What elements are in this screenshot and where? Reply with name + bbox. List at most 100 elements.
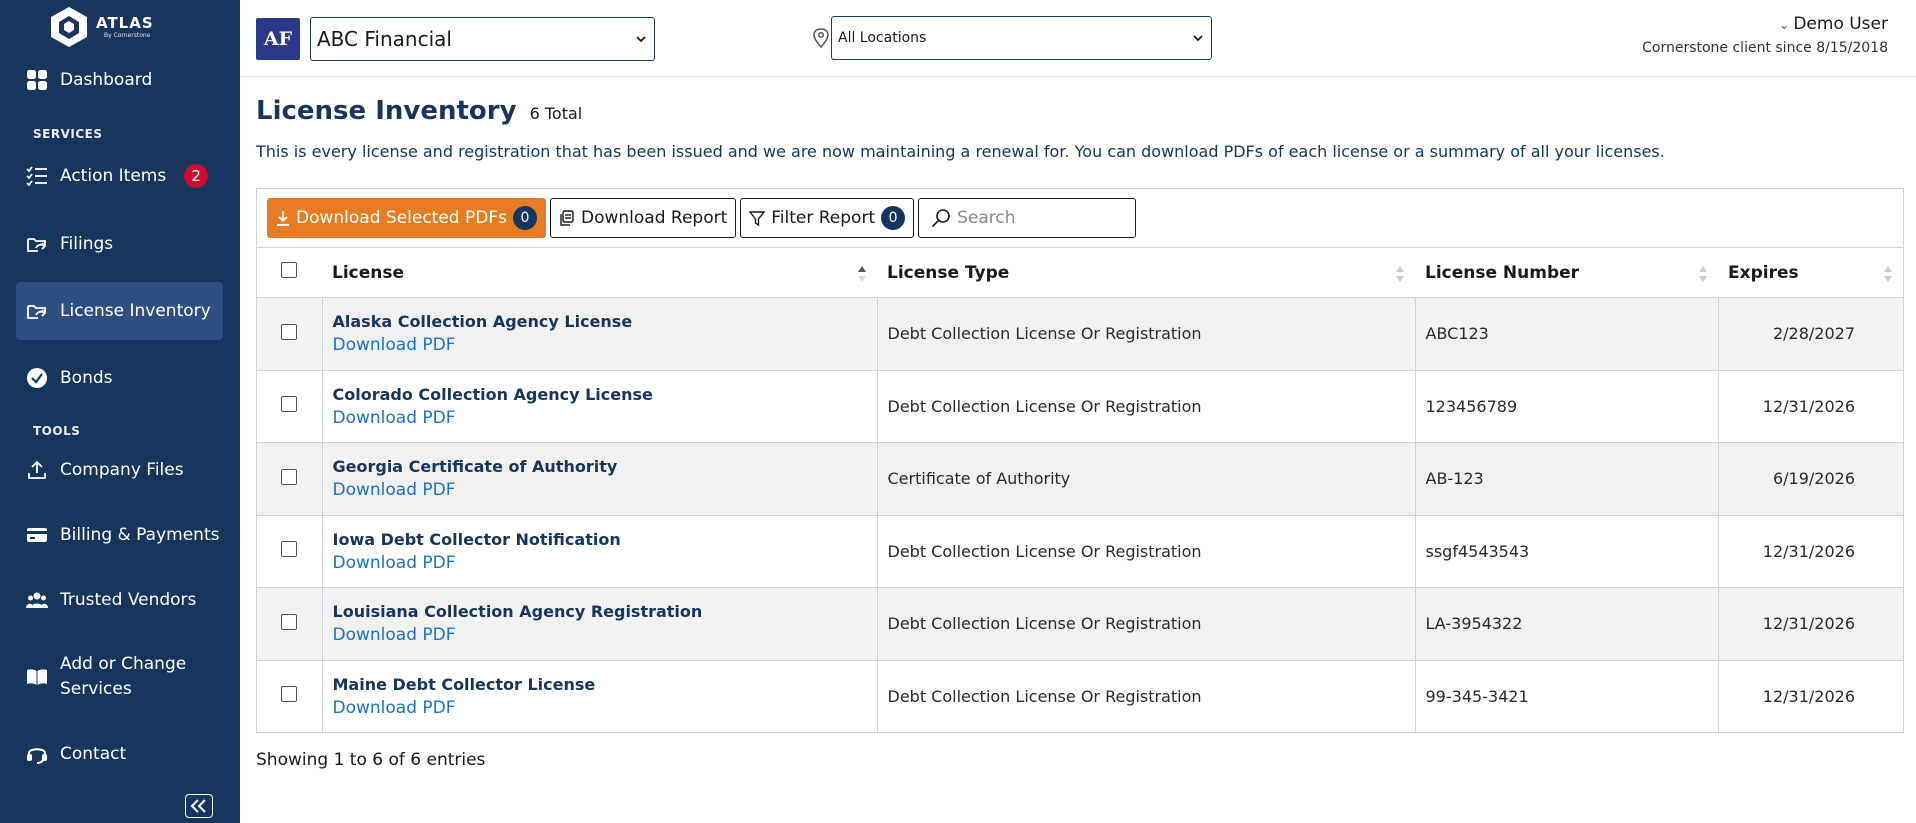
sort-icon	[1396, 266, 1404, 282]
brand-title: ATLAS	[96, 13, 154, 32]
folder-arrow-icon	[27, 305, 47, 319]
download-report-button[interactable]: Download Report	[549, 198, 737, 238]
row-select-cell	[257, 515, 323, 588]
chevron-down-icon: ⌄	[1779, 18, 1790, 32]
folder-arrow-icon	[27, 238, 47, 252]
sidebar-item-license-inventory[interactable]: License Inventory	[16, 282, 223, 340]
row-select-cell	[257, 297, 323, 371]
row-checkbox[interactable]	[281, 396, 297, 413]
action-items-count-badge: 2	[184, 164, 209, 188]
sidebar-item-label: Contact	[60, 744, 127, 764]
headset-icon	[27, 748, 47, 764]
sidebar-item-filings[interactable]: Filings	[16, 232, 223, 256]
license-name: Georgia Certificate of Authority	[332, 457, 618, 477]
double-chevron-left-icon	[190, 799, 206, 813]
license-type-cell: Debt Collection License Or Registration	[877, 297, 1416, 371]
sidebar-item-action-items[interactable]: Action Items 2	[16, 164, 223, 188]
column-header-license-type[interactable]: License Type	[877, 247, 1415, 298]
select-all-checkbox[interactable]	[281, 262, 297, 278]
column-header-license-number[interactable]: License Number	[1415, 247, 1718, 298]
expires-cell: 12/31/2026	[1718, 660, 1903, 733]
user-menu-toggle[interactable]: ⌄ Demo User	[1642, 14, 1888, 34]
license-cell: Maine Debt Collector License Download PDF	[322, 660, 878, 733]
download-report-label: Download Report	[580, 208, 728, 228]
brand-subtitle: By Cornerstone	[104, 31, 151, 39]
column-header-license[interactable]: License	[322, 247, 877, 298]
table-row: Georgia Certificate of Authority Download…	[257, 442, 1903, 516]
row-select-cell	[257, 587, 323, 661]
sidebar-item-dashboard[interactable]: Dashboard	[16, 68, 223, 92]
sidebar-item-label: Dashboard	[60, 70, 153, 90]
table-header-row: License License Type License Number Expi…	[257, 247, 1903, 298]
column-header-expires[interactable]: Expires	[1718, 247, 1903, 298]
top-bar: AF ABC Financial All Locations ⌄ Demo Use…	[240, 0, 1916, 77]
page-description: This is every license and registration t…	[256, 142, 1665, 161]
download-selected-pdfs-button[interactable]: Download Selected PDFs 0	[267, 198, 546, 238]
column-label: Expires	[1728, 262, 1799, 283]
atlas-logo[interactable]: ATLAS By Cornerstone	[46, 4, 154, 50]
expires-cell: 6/19/2026	[1718, 442, 1903, 516]
search-icon	[932, 209, 950, 228]
sidebar-item-add-change-services[interactable]: Add or Change Services	[16, 652, 223, 702]
license-table-container: Download Selected PDFs 0 Download Report…	[256, 188, 1904, 733]
sidebar-item-company-files[interactable]: Company Files	[16, 458, 223, 482]
row-select-cell	[257, 370, 323, 443]
sidebar-item-trusted-vendors[interactable]: Trusted Vendors	[16, 588, 223, 612]
row-checkbox[interactable]	[281, 541, 297, 558]
total-count: 6 Total	[529, 104, 583, 123]
row-checkbox[interactable]	[281, 686, 297, 703]
download-pdf-link[interactable]: Download PDF	[333, 480, 877, 500]
company-select[interactable]: ABC Financial	[310, 17, 655, 61]
filter-report-button[interactable]: Filter Report 0	[740, 198, 915, 238]
sort-icon	[1699, 266, 1707, 282]
search-input[interactable]: Search	[918, 198, 1137, 238]
download-pdf-link[interactable]: Download PDF	[333, 625, 877, 645]
chevron-down-icon	[1193, 35, 1203, 42]
download-pdf-link[interactable]: Download PDF	[333, 553, 877, 573]
sidebar-item-billing[interactable]: Billing & Payments	[16, 523, 223, 547]
user-menu[interactable]: ⌄ Demo User Cornerstone client since 8/15…	[1642, 14, 1888, 56]
section-label-services: SERVICES	[33, 127, 103, 141]
row-checkbox[interactable]	[281, 323, 297, 340]
row-select-cell	[257, 442, 323, 516]
copy-document-icon	[560, 210, 574, 226]
sidebar-item-label: Bonds	[60, 368, 113, 388]
chevron-down-icon	[636, 36, 646, 43]
license-cell: Iowa Debt Collector Notification Download…	[322, 515, 878, 588]
table-row: Alaska Collection Agency License Download…	[257, 297, 1903, 371]
license-type-cell: Debt Collection License Or Registration	[877, 660, 1416, 733]
filter-report-label: Filter Report	[771, 208, 876, 228]
expires-cell: 2/28/2027	[1718, 297, 1903, 371]
license-type-cell: Debt Collection License Or Registration	[877, 587, 1416, 661]
license-name: Maine Debt Collector License	[332, 674, 596, 694]
table-row: Maine Debt Collector License Download PDF…	[257, 660, 1903, 733]
company-select-value: ABC Financial	[317, 27, 452, 51]
license-name: Colorado Collection Agency License	[332, 384, 653, 404]
download-pdf-link[interactable]: Download PDF	[333, 408, 877, 428]
table-row: Iowa Debt Collector Notification Download…	[257, 515, 1903, 588]
section-label-tools: TOOLS	[33, 424, 81, 438]
sidebar-item-label: Billing & Payments	[60, 525, 220, 545]
collapse-sidebar-button[interactable]	[185, 794, 213, 818]
sidebar-item-bonds[interactable]: Bonds	[16, 366, 223, 390]
download-pdf-link[interactable]: Download PDF	[333, 335, 877, 355]
table-row: Colorado Collection Agency License Downlo…	[257, 370, 1903, 443]
company-avatar: AF	[256, 18, 300, 60]
column-label: License Type	[887, 262, 1010, 283]
sidebar: ATLAS By Cornerstone Dashboard SERVICES …	[0, 0, 240, 823]
selected-count-badge: 0	[512, 206, 537, 230]
location-select-value: All Locations	[838, 30, 927, 46]
sidebar-item-contact[interactable]: Contact	[16, 742, 223, 766]
download-pdf-link[interactable]: Download PDF	[333, 698, 877, 718]
expires-cell: 12/31/2026	[1718, 587, 1903, 661]
sidebar-item-label: Company Files	[60, 460, 184, 480]
cube-logo-icon	[51, 7, 87, 47]
sort-icon	[1884, 266, 1892, 282]
row-checkbox[interactable]	[281, 613, 297, 630]
page-title: License Inventory 6 Total	[256, 96, 582, 126]
search-placeholder: Search	[957, 208, 1016, 228]
sidebar-item-label: Filings	[60, 234, 114, 254]
row-checkbox[interactable]	[281, 468, 297, 485]
location-select[interactable]: All Locations	[831, 16, 1212, 60]
sidebar-item-label: Action Items	[60, 166, 167, 186]
